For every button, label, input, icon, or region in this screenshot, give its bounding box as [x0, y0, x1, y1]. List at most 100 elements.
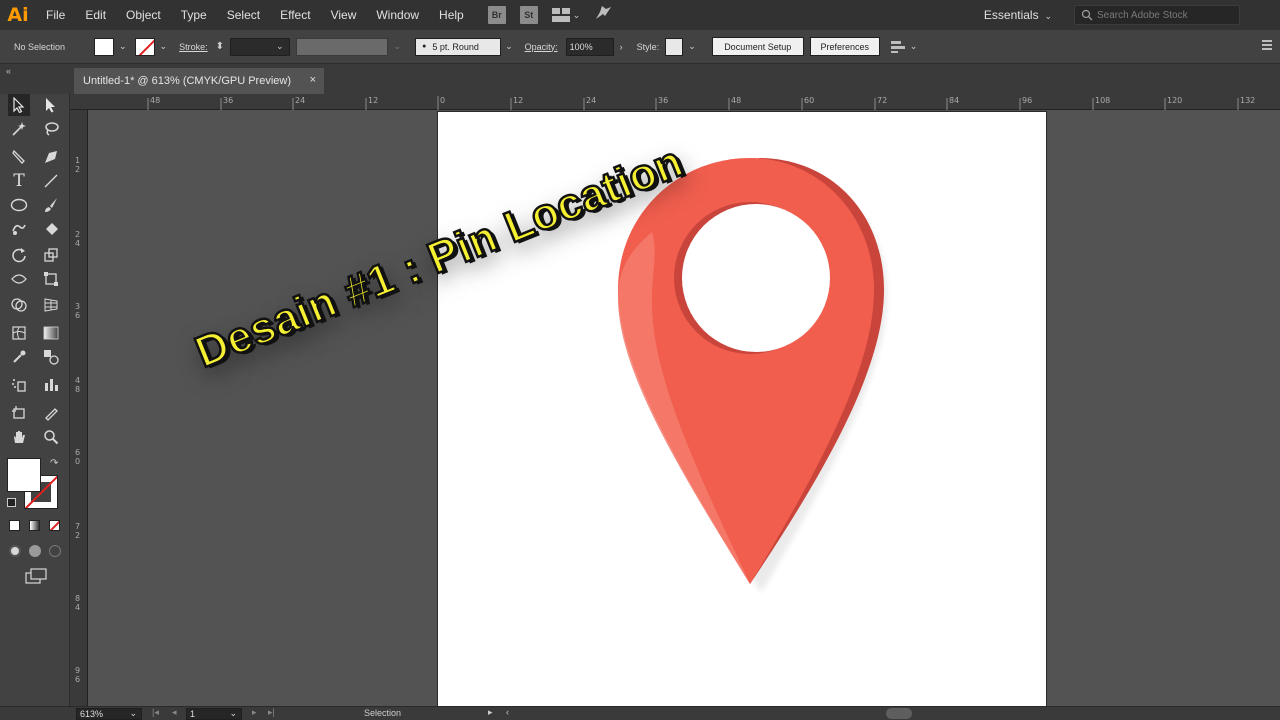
slice-tool-icon[interactable] — [40, 402, 62, 424]
close-icon[interactable]: × — [310, 74, 316, 86]
horizontal-ruler[interactable]: 48 36 24 12 0 12 24 36 48 60 72 84 96 10… — [70, 94, 1280, 110]
workspace-switcher[interactable]: Essentials ⌄ — [984, 8, 1052, 22]
style-dropdown[interactable]: ⌄ — [688, 41, 696, 52]
ellipse-tool-icon[interactable] — [8, 194, 30, 216]
stroke-dropdown[interactable]: ⌄ — [160, 41, 168, 52]
shaper-tool-icon[interactable] — [8, 218, 30, 240]
arrange-documents-icon[interactable]: ⌄ — [551, 8, 580, 22]
lasso-tool-icon[interactable] — [40, 118, 62, 140]
scale-tool-icon[interactable] — [40, 244, 62, 266]
ruler-mark: 108 — [1095, 96, 1111, 105]
menu-select[interactable]: Select — [217, 0, 270, 30]
width-tool-icon[interactable] — [8, 268, 30, 290]
stroke-weight-stepper[interactable]: ⬍ — [216, 41, 224, 52]
symbol-sprayer-tool-icon[interactable] — [8, 374, 30, 396]
default-fill-stroke-icon[interactable] — [7, 498, 16, 507]
gpu-performance-icon[interactable] — [594, 5, 612, 26]
panel-menu-icon[interactable] — [1262, 40, 1272, 52]
style-label: Style: — [636, 41, 660, 52]
document-setup-button[interactable]: Document Setup — [711, 37, 804, 56]
ruler-mark: 12 — [368, 96, 379, 105]
tab-untitled-1[interactable]: Untitled-1* @ 613% (CMYK/GPU Preview) × — [74, 68, 324, 94]
brush-label: 5 pt. Round — [432, 41, 479, 52]
eyedropper-tool-icon[interactable] — [8, 346, 30, 368]
document-tab-strip: « Untitled-1* @ 613% (CMYK/GPU Preview) … — [0, 64, 1280, 94]
brush-definition[interactable]: ● 5 pt. Round — [415, 37, 502, 56]
rotate-tool-icon[interactable] — [8, 244, 30, 266]
ruler-mark: 84 — [949, 96, 960, 105]
draw-behind-icon[interactable] — [29, 545, 41, 557]
direct-selection-tool-icon[interactable] — [40, 94, 62, 116]
opacity-label[interactable]: Opacity: — [525, 42, 558, 52]
swap-fill-stroke-icon[interactable]: ↷ — [50, 458, 58, 469]
shape-builder-tool-icon[interactable] — [8, 294, 30, 316]
menu-file[interactable]: File — [36, 0, 75, 30]
opacity-arrow-icon[interactable]: › — [620, 42, 623, 52]
color-mode-button[interactable] — [9, 520, 20, 531]
menu-view[interactable]: View — [321, 0, 367, 30]
last-artboard-icon[interactable]: ▸| — [268, 707, 275, 718]
opacity-field[interactable]: 100% — [565, 37, 614, 56]
selection-tool-icon[interactable] — [8, 94, 30, 116]
zoom-level: 613% — [80, 709, 104, 719]
opacity-value: 100% — [569, 41, 593, 52]
arrange-icon[interactable]: ⌄ — [890, 40, 917, 54]
collapse-panel-icon[interactable]: « — [6, 66, 11, 76]
stroke-label[interactable]: Stroke: — [179, 42, 208, 52]
artboard-number-field[interactable]: 1 ⌄ — [186, 708, 242, 720]
perspective-grid-tool-icon[interactable] — [40, 294, 62, 316]
fill-dropdown[interactable]: ⌄ — [119, 41, 127, 52]
artboard-tool-icon[interactable] — [8, 402, 30, 424]
menu-help[interactable]: Help — [429, 0, 474, 30]
stroke-swatch[interactable] — [134, 37, 155, 56]
gradient-tool-icon[interactable] — [40, 322, 62, 344]
mesh-tool-icon[interactable] — [8, 322, 30, 344]
variable-width-profile[interactable] — [295, 37, 388, 56]
ruler-mark: 3 6 — [75, 302, 81, 320]
magic-wand-tool-icon[interactable] — [8, 118, 30, 140]
type-tool-icon[interactable]: T — [8, 170, 30, 192]
none-mode-button[interactable] — [49, 520, 60, 531]
free-transform-tool-icon[interactable] — [40, 268, 62, 290]
fill-color-box[interactable] — [7, 458, 41, 492]
pen-tool-icon[interactable] — [8, 146, 30, 168]
blend-tool-icon[interactable] — [40, 346, 62, 368]
preferences-button[interactable]: Preferences — [809, 37, 880, 56]
document-canvas[interactable]: Desain #1 : Pin Location — [88, 110, 1280, 706]
column-graph-tool-icon[interactable] — [40, 374, 62, 396]
status-menu-arrow-icon[interactable]: ▸ — [488, 707, 493, 718]
eraser-tool-icon[interactable] — [40, 218, 62, 240]
profile-dropdown[interactable]: ⌄ — [394, 41, 402, 52]
zoom-tool-icon[interactable] — [40, 426, 62, 448]
paintbrush-tool-icon[interactable] — [40, 194, 62, 216]
curvature-tool-icon[interactable] — [40, 146, 62, 168]
vertical-ruler[interactable]: 1 2 2 4 3 6 4 8 6 0 7 2 8 4 9 6 — [70, 110, 88, 706]
menu-type[interactable]: Type — [171, 0, 217, 30]
fill-swatch[interactable] — [94, 37, 114, 56]
first-artboard-icon[interactable]: |◂ — [152, 707, 159, 718]
menu-edit[interactable]: Edit — [75, 0, 116, 30]
screen-mode-icon[interactable] — [25, 568, 47, 589]
gradient-mode-button[interactable] — [29, 520, 40, 531]
stock-search-input[interactable]: Search Adobe Stock — [1074, 5, 1240, 25]
scroll-left-icon[interactable]: ‹ — [506, 707, 509, 717]
zoom-level-field[interactable]: 613% ⌄ — [76, 708, 142, 720]
menu-object[interactable]: Object — [116, 0, 171, 30]
draw-inside-icon[interactable] — [49, 545, 61, 557]
chevron-down-icon: ⌄ — [129, 708, 137, 718]
menu-effect[interactable]: Effect — [270, 0, 320, 30]
graphic-style-swatch[interactable] — [665, 37, 684, 56]
next-artboard-icon[interactable]: ▸ — [252, 707, 257, 718]
previous-artboard-icon[interactable]: ◂ — [172, 707, 177, 718]
line-segment-tool-icon[interactable] — [40, 170, 62, 192]
stock-button[interactable]: St — [519, 6, 538, 24]
brush-dropdown[interactable]: ⌄ — [505, 41, 513, 52]
stroke-weight-dropdown[interactable]: ⌄ — [276, 41, 284, 52]
draw-normal-icon[interactable] — [9, 545, 21, 557]
horizontal-scrollbar-thumb[interactable] — [886, 708, 912, 719]
menu-window[interactable]: Window — [366, 0, 429, 30]
bridge-button[interactable]: Br — [487, 6, 506, 24]
hand-tool-icon[interactable] — [8, 426, 30, 448]
ruler-mark: 9 6 — [75, 666, 81, 684]
menu-bar: Ai File Edit Object Type Select Effect V… — [0, 0, 1280, 30]
